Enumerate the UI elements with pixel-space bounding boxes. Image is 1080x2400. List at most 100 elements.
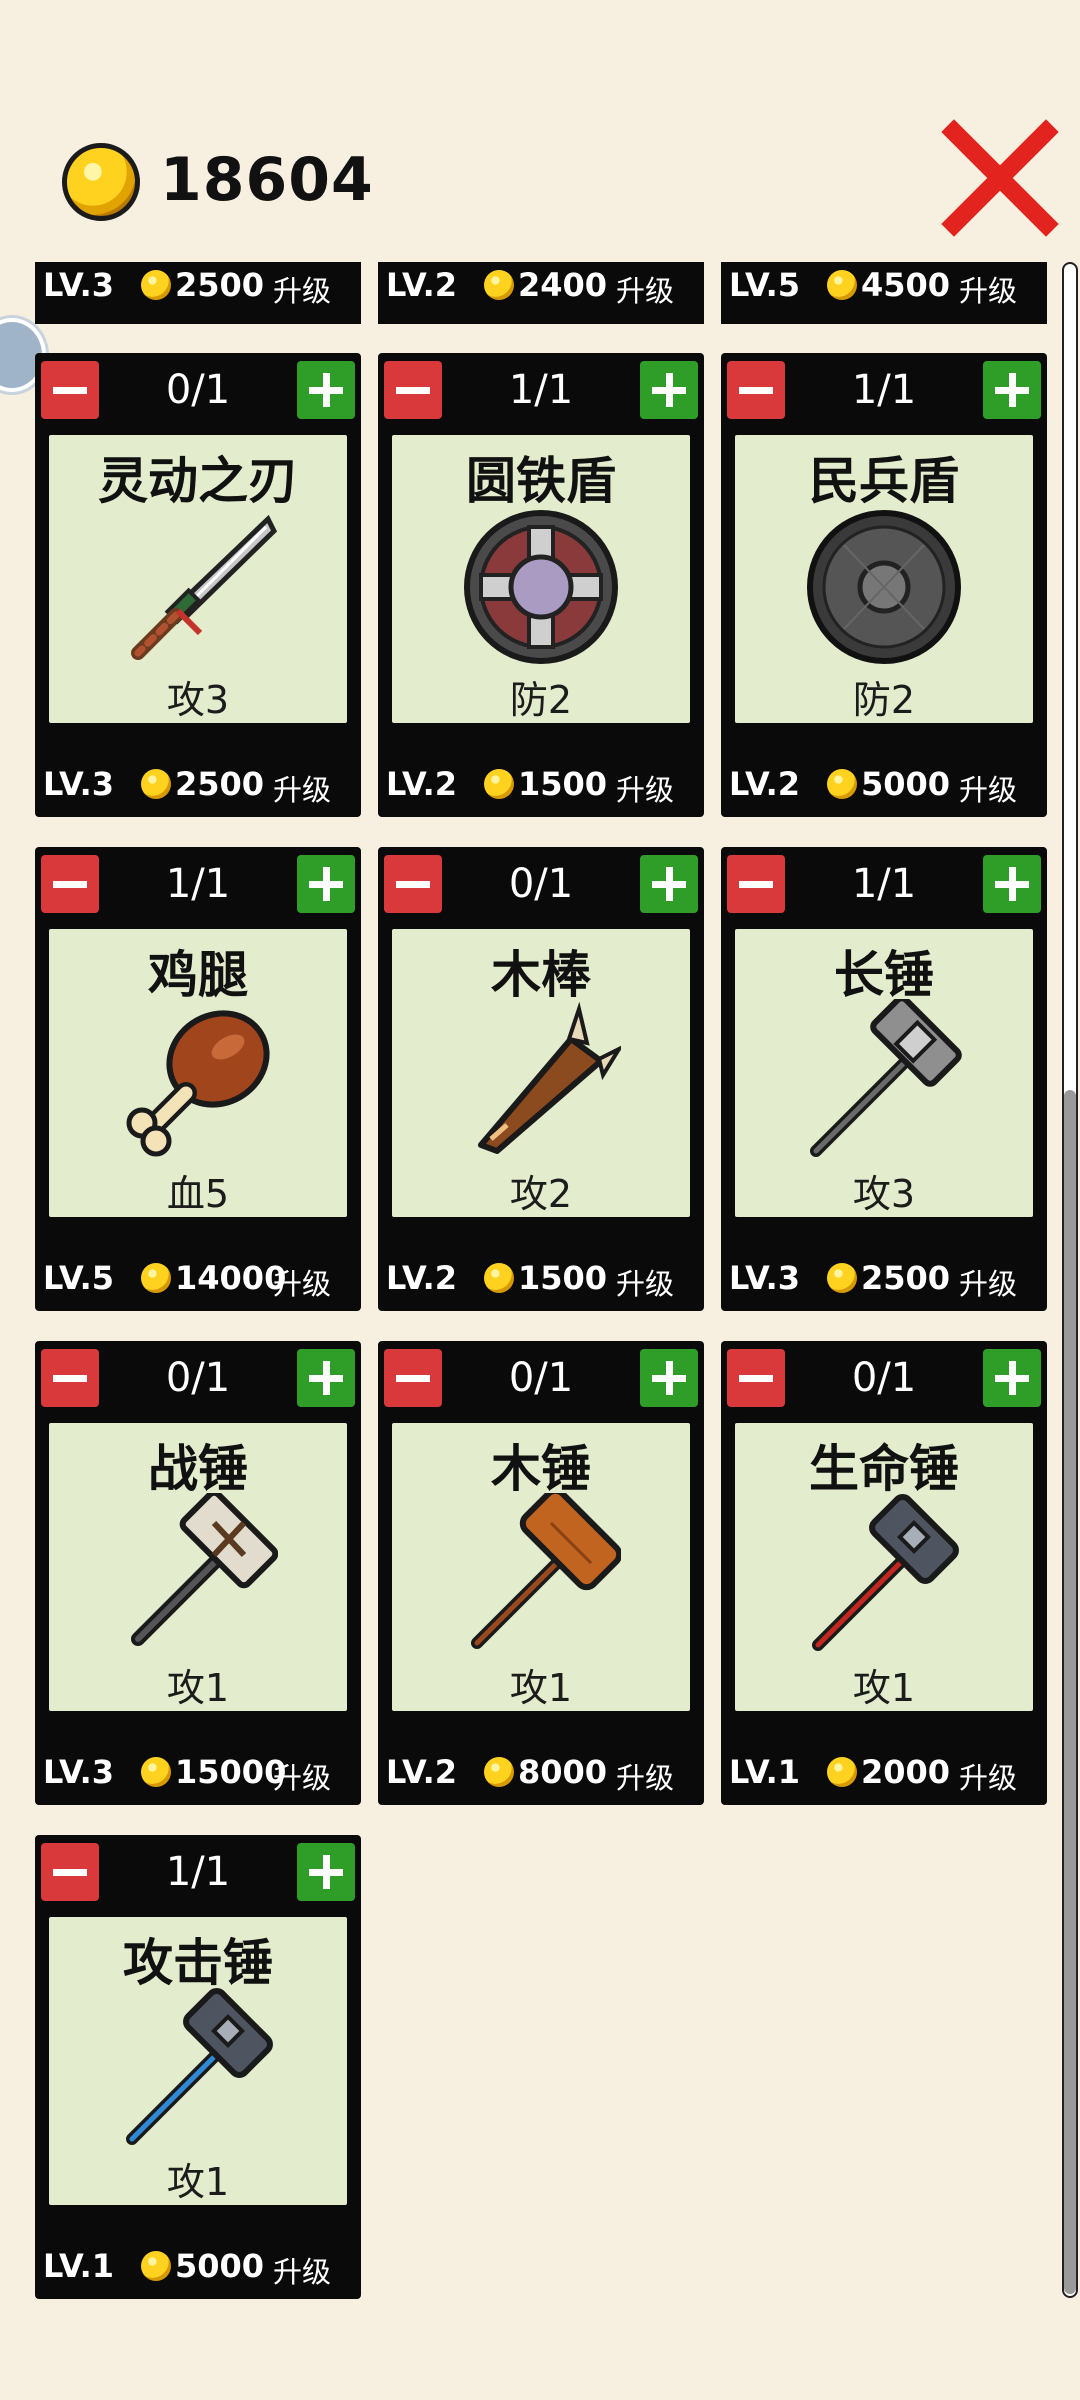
increase-button[interactable] [297,361,355,419]
decrease-button[interactable] [384,361,442,419]
decrease-button[interactable] [41,361,99,419]
item-card-partial: LV.2 2400 升级 [378,262,704,324]
item-card-partial: LV.5 4500 升级 [721,262,1047,324]
wooden-mallet-icon [471,1493,621,1649]
upgrade-cost: 14000 [175,1259,287,1297]
equip-count: 1/1 [165,861,231,907]
gold-coin-icon [827,1757,857,1787]
upgrade-cost: 2400 [518,266,608,304]
item-name: 圆铁盾 [466,452,616,510]
upgrade-button[interactable]: 升级 [273,268,331,310]
decrease-button[interactable] [384,855,442,913]
item-card: 1/1 鸡腿 血5 LV.5 14000 升级 [35,847,361,1311]
item-card: 0/1 木锤 攻1 LV.2 8000 升级 [378,1341,704,1805]
increase-button[interactable] [640,361,698,419]
attack-hammer-icon [126,1988,273,2145]
increase-button[interactable] [983,361,1041,419]
level-label: LV.2 [729,765,801,803]
item-panel[interactable]: 长锤 攻3 [735,929,1033,1217]
upgrade-button[interactable]: 升级 [959,767,1017,809]
upgrade-button[interactable]: 升级 [959,1755,1017,1797]
increase-button[interactable] [297,1843,355,1901]
upgrade-button[interactable]: 升级 [273,2249,331,2291]
item-panel[interactable]: 木锤 攻1 [392,1423,690,1711]
upgrade-button[interactable]: 升级 [273,1755,331,1797]
increase-button[interactable] [297,1349,355,1407]
decrease-button[interactable] [384,1349,442,1407]
decrease-button[interactable] [727,1349,785,1407]
upgrade-button[interactable]: 升级 [616,268,674,310]
gold-coin-icon [141,1263,171,1293]
equip-count: 1/1 [165,1849,231,1895]
upgrade-button[interactable]: 升级 [959,268,1017,310]
upgrade-button[interactable]: 升级 [616,1755,674,1797]
item-stat: 攻1 [852,1666,916,1710]
wooden-club-icon [478,1001,621,1154]
decrease-button[interactable] [727,361,785,419]
level-label: LV.1 [43,2247,115,2285]
item-panel[interactable]: 生命锤 攻1 [735,1423,1033,1711]
item-stat: 防2 [852,678,916,722]
scrollbar-thumb[interactable] [1064,1090,1076,2294]
equip-count: 1/1 [851,367,917,413]
upgrade-button[interactable]: 升级 [616,767,674,809]
equip-count: 0/1 [851,1355,917,1401]
item-name: 民兵盾 [809,452,959,510]
decrease-button[interactable] [41,855,99,913]
increase-button[interactable] [640,855,698,913]
item-stat: 攻3 [852,1172,916,1216]
item-card: 0/1 战锤 攻1 LV.3 15000 升级 [35,1341,361,1805]
long-hammer-icon [810,999,962,1157]
upgrade-cost: 1500 [518,765,608,803]
upgrade-button[interactable]: 升级 [959,1261,1017,1303]
item-stat: 攻1 [166,1666,230,1710]
gold-coin-icon [484,1757,514,1787]
gold-coin-icon [141,769,171,799]
upgrade-cost: 15000 [175,1753,287,1791]
item-panel[interactable]: 民兵盾 防2 [735,435,1033,723]
increase-button[interactable] [983,855,1041,913]
item-card: 1/1 长锤 攻3 LV.3 2500 升级 [721,847,1047,1311]
decrease-button[interactable] [727,855,785,913]
decrease-button[interactable] [41,1843,99,1901]
item-card-partial: LV.3 2500 升级 [35,262,361,324]
increase-button[interactable] [983,1349,1041,1407]
level-label: LV.3 [729,1259,801,1297]
item-panel[interactable]: 战锤 攻1 [49,1423,347,1711]
item-name: 木棒 [491,946,591,1004]
item-stat: 血5 [166,1172,230,1216]
upgrade-button[interactable]: 升级 [273,767,331,809]
gold-coin-icon [484,270,514,300]
item-card: 1/1 攻击锤 攻1 LV.1 5000 升级 [35,1835,361,2299]
militia-shield-icon [807,510,961,664]
item-name: 鸡腿 [148,946,248,1004]
equip-count: 0/1 [508,1355,574,1401]
item-panel[interactable]: 圆铁盾 防2 [392,435,690,723]
level-label: LV.2 [386,1259,458,1297]
item-panel[interactable]: 攻击锤 攻1 [49,1917,347,2205]
increase-button[interactable] [640,1349,698,1407]
decrease-button[interactable] [41,1349,99,1407]
item-stat: 攻1 [509,1666,573,1710]
level-label: LV.1 [729,1753,801,1791]
item-panel[interactable]: 灵动之刃 攻3 [49,435,347,723]
gold-coin-icon [141,1757,171,1787]
item-panel[interactable]: 木棒 攻2 [392,929,690,1217]
item-name: 灵动之刃 [98,452,298,510]
item-card: 1/1 民兵盾 防2 LV.2 5000 升级 [721,353,1047,817]
increase-button[interactable] [297,855,355,913]
item-name: 生命锤 [809,1440,959,1498]
item-name: 战锤 [148,1440,248,1498]
item-card: 0/1 灵动之刃 攻3 LV.3 2500 升级 [35,353,361,817]
war-hammer-icon [131,1493,278,1646]
item-stat: 攻2 [509,1172,573,1216]
upgrade-button[interactable]: 升级 [616,1261,674,1303]
sword-icon [131,514,278,660]
item-stat: 攻3 [166,678,230,722]
upgrade-button[interactable]: 升级 [273,1261,331,1303]
item-panel[interactable]: 鸡腿 血5 [49,929,347,1217]
level-label: LV.5 [729,266,801,304]
item-card: 0/1 生命锤 攻1 LV.1 2000 升级 [721,1341,1047,1805]
upgrade-cost: 5000 [861,765,951,803]
gold-coin-icon [827,1263,857,1293]
